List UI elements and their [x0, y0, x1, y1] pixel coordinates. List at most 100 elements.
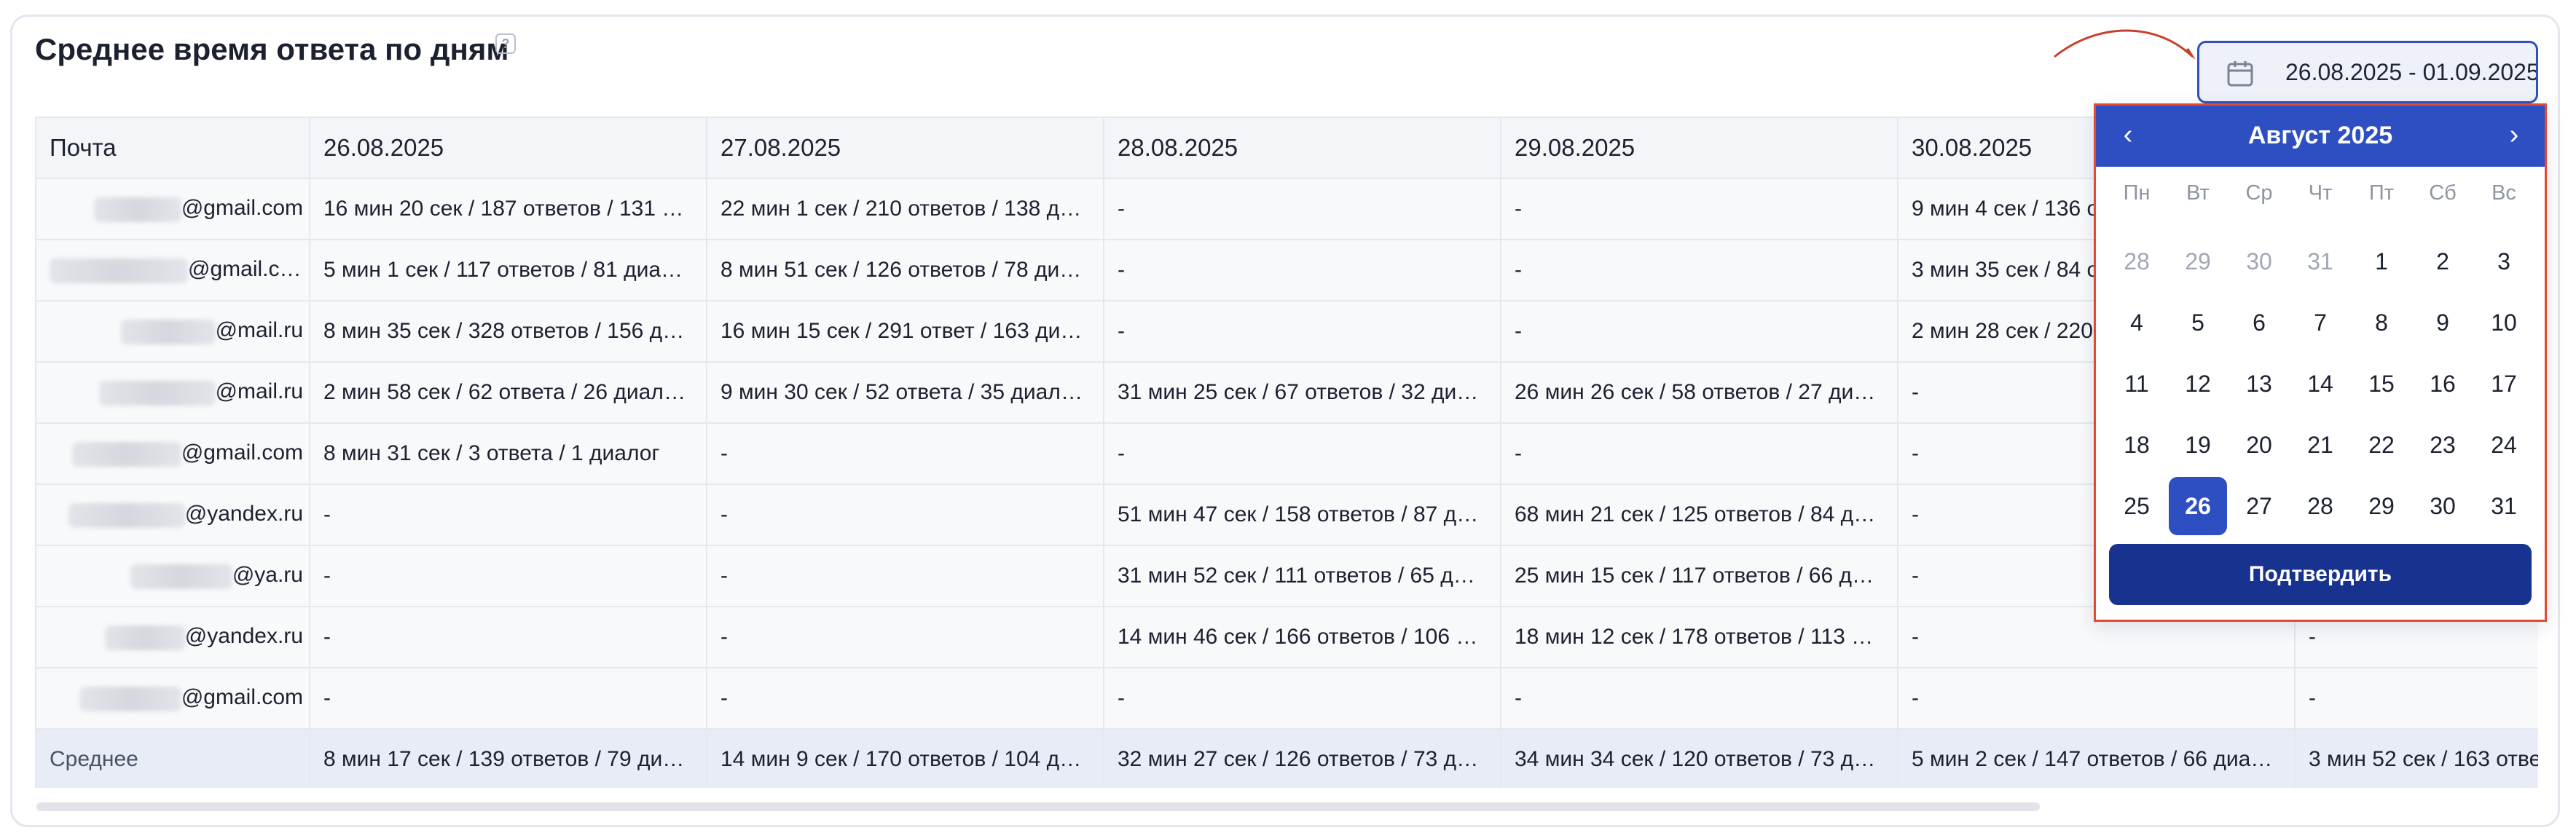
table-cell: - — [706, 606, 1104, 668]
calendar-day[interactable]: 4 — [2108, 293, 2166, 352]
email-cell: @yandex.ru — [35, 606, 310, 668]
calendar-day-selected[interactable]: 26 — [2169, 477, 2227, 535]
redacted-username — [50, 258, 188, 283]
calendar-day[interactable]: 29 — [2352, 477, 2411, 535]
redacted-username — [68, 502, 185, 528]
average-cell: 3 мин 52 сек / 163 ответа — [2294, 728, 2538, 788]
table-cell: - — [1500, 239, 1898, 301]
table-cell: - — [1103, 667, 1501, 730]
column-header-date: 26.08.2025 — [309, 117, 707, 179]
email-domain: @gmail.com — [181, 196, 303, 221]
table-cell: 51 мин 47 сек / 158 ответов / 87 диалого… — [1103, 483, 1501, 546]
calendar-day[interactable]: 2 — [2414, 232, 2472, 291]
page-title: Среднее время ответа по дням — [35, 32, 509, 66]
table-cell: - — [706, 667, 1104, 730]
calendar-day[interactable]: 23 — [2414, 416, 2472, 474]
confirm-button[interactable]: Подтвердить — [2109, 544, 2532, 605]
weekday-label: Чт — [2308, 181, 2333, 205]
table-cell: - — [309, 606, 707, 668]
average-cell: 5 мин 2 сек / 147 ответов / 66 диалогов — [1897, 728, 2296, 788]
calendar-day[interactable]: 29 — [2169, 232, 2227, 291]
calendar-day[interactable]: 11 — [2108, 355, 2166, 413]
date-range-text: 26.08.2025 - 01.09.2025 — [2285, 59, 2538, 85]
calendar-day[interactable]: 14 — [2291, 355, 2349, 413]
calendar-day[interactable]: 17 — [2475, 355, 2533, 413]
table-cell: 31 мин 52 сек / 111 ответов / 65 диалого… — [1103, 545, 1501, 607]
calendar-day[interactable]: 22 — [2352, 416, 2411, 474]
calendar-day[interactable]: 25 — [2108, 477, 2166, 535]
column-header-date: 29.08.2025 — [1500, 117, 1898, 179]
calendar-day[interactable]: 10 — [2475, 293, 2533, 352]
calendar-day[interactable]: 27 — [2230, 477, 2288, 535]
email-domain: @gmail.com — [181, 685, 303, 710]
table-cell: - — [1500, 178, 1898, 240]
table-cell: - — [1103, 300, 1501, 363]
horizontal-scrollbar[interactable] — [36, 802, 2040, 811]
calendar-day[interactable]: 3 — [2475, 232, 2533, 291]
table-cell: 14 мин 46 сек / 166 ответов / 106 диалог… — [1103, 606, 1501, 668]
calendar-day[interactable]: 9 — [2414, 293, 2472, 352]
calendar-day[interactable]: 18 — [2108, 416, 2166, 474]
email-domain: @gmail.com — [181, 441, 303, 465]
table-cell: - — [1103, 422, 1501, 485]
email-cell: @mail.ru — [35, 361, 310, 424]
calendar-day[interactable]: 7 — [2291, 293, 2349, 352]
table-cell: 31 мин 25 сек / 67 ответов / 32 диалога — [1103, 361, 1501, 424]
column-header-date: 28.08.2025 — [1103, 117, 1501, 179]
weekday-row: Пн Вт Ср Чт Пт Сб Вс — [2106, 181, 2534, 205]
table-row: @gmail.com - - - - - - — [35, 667, 2538, 730]
redacted-username — [104, 625, 185, 650]
calendar-day[interactable]: 24 — [2475, 416, 2533, 474]
calendar-day[interactable]: 1 — [2352, 232, 2411, 291]
column-header-date: 27.08.2025 — [706, 117, 1104, 179]
calendar-day[interactable]: 8 — [2352, 293, 2411, 352]
email-domain: @mail.ru — [215, 318, 303, 343]
weekday-label: Пн — [2123, 181, 2151, 205]
weekday-label: Сб — [2429, 181, 2457, 205]
calendar-day[interactable]: 31 — [2475, 477, 2533, 535]
table-cell: 9 мин 30 сек / 52 ответа / 35 диалогов — [706, 361, 1104, 424]
calendar-day[interactable]: 28 — [2108, 232, 2166, 291]
average-cell: 14 мин 9 сек / 170 ответов / 104 диалога — [706, 728, 1104, 788]
calendar-day[interactable]: 16 — [2414, 355, 2472, 413]
calendar-day[interactable]: 5 — [2169, 293, 2227, 352]
redacted-username — [71, 441, 181, 467]
date-range-picker-button[interactable]: 26.08.2025 - 01.09.2025 — [2197, 41, 2538, 103]
help-icon[interactable]: ? — [495, 33, 516, 54]
next-month-button[interactable]: › — [2497, 119, 2532, 154]
table-cell: - — [706, 545, 1104, 607]
email-cell: @yandex.ru — [35, 483, 310, 546]
table-cell: - — [2294, 667, 2538, 730]
table-cell: 16 мин 20 сек / 187 ответов / 131 диалог — [309, 178, 707, 240]
email-domain: @gmail.com — [188, 257, 310, 282]
average-cell: 8 мин 17 сек / 139 ответов / 79 диалогов — [309, 728, 707, 788]
redacted-username — [79, 686, 181, 711]
calendar-day[interactable]: 21 — [2291, 416, 2349, 474]
calendar-day[interactable]: 20 — [2230, 416, 2288, 474]
table-cell: - — [706, 483, 1104, 546]
table-cell: 16 мин 15 сек / 291 ответ / 163 диалога — [706, 300, 1104, 363]
email-domain: @ya.ru — [232, 563, 303, 588]
calendar-day[interactable]: 31 — [2291, 232, 2349, 291]
email-domain: @yandex.ru — [184, 502, 303, 526]
redacted-username — [120, 319, 216, 344]
email-cell: @ya.ru — [35, 545, 310, 607]
calendar-day[interactable]: 13 — [2230, 355, 2288, 413]
email-cell: @gmail.com — [35, 178, 310, 240]
calendar-icon — [2227, 61, 2253, 87]
table-cell: 25 мин 15 сек / 117 ответов / 66 диалого… — [1500, 545, 1898, 607]
email-cell: @gmail.com — [35, 239, 310, 301]
calendar-day[interactable]: 15 — [2352, 355, 2411, 413]
table-cell: - — [1897, 667, 2296, 730]
calendar-day[interactable]: 28 — [2291, 477, 2349, 535]
table-cell: 26 мин 26 сек / 58 ответов / 27 диалогов — [1500, 361, 1898, 424]
calendar-day[interactable]: 6 — [2230, 293, 2288, 352]
calendar-day[interactable]: 12 — [2169, 355, 2227, 413]
weekday-label: Вт — [2186, 181, 2210, 205]
calendar-day[interactable]: 30 — [2414, 477, 2472, 535]
weekday-label: Вс — [2491, 181, 2516, 205]
calendar-day[interactable]: 19 — [2169, 416, 2227, 474]
calendar-popup: ‹ Август 2025 › Пн Вт Ср Чт Пт Сб Вс 28 29 30 31 1… — [2094, 103, 2547, 622]
calendar-day[interactable]: 30 — [2230, 232, 2288, 291]
table-cell: 8 мин 35 сек / 328 ответов / 156 диалого… — [309, 300, 707, 363]
